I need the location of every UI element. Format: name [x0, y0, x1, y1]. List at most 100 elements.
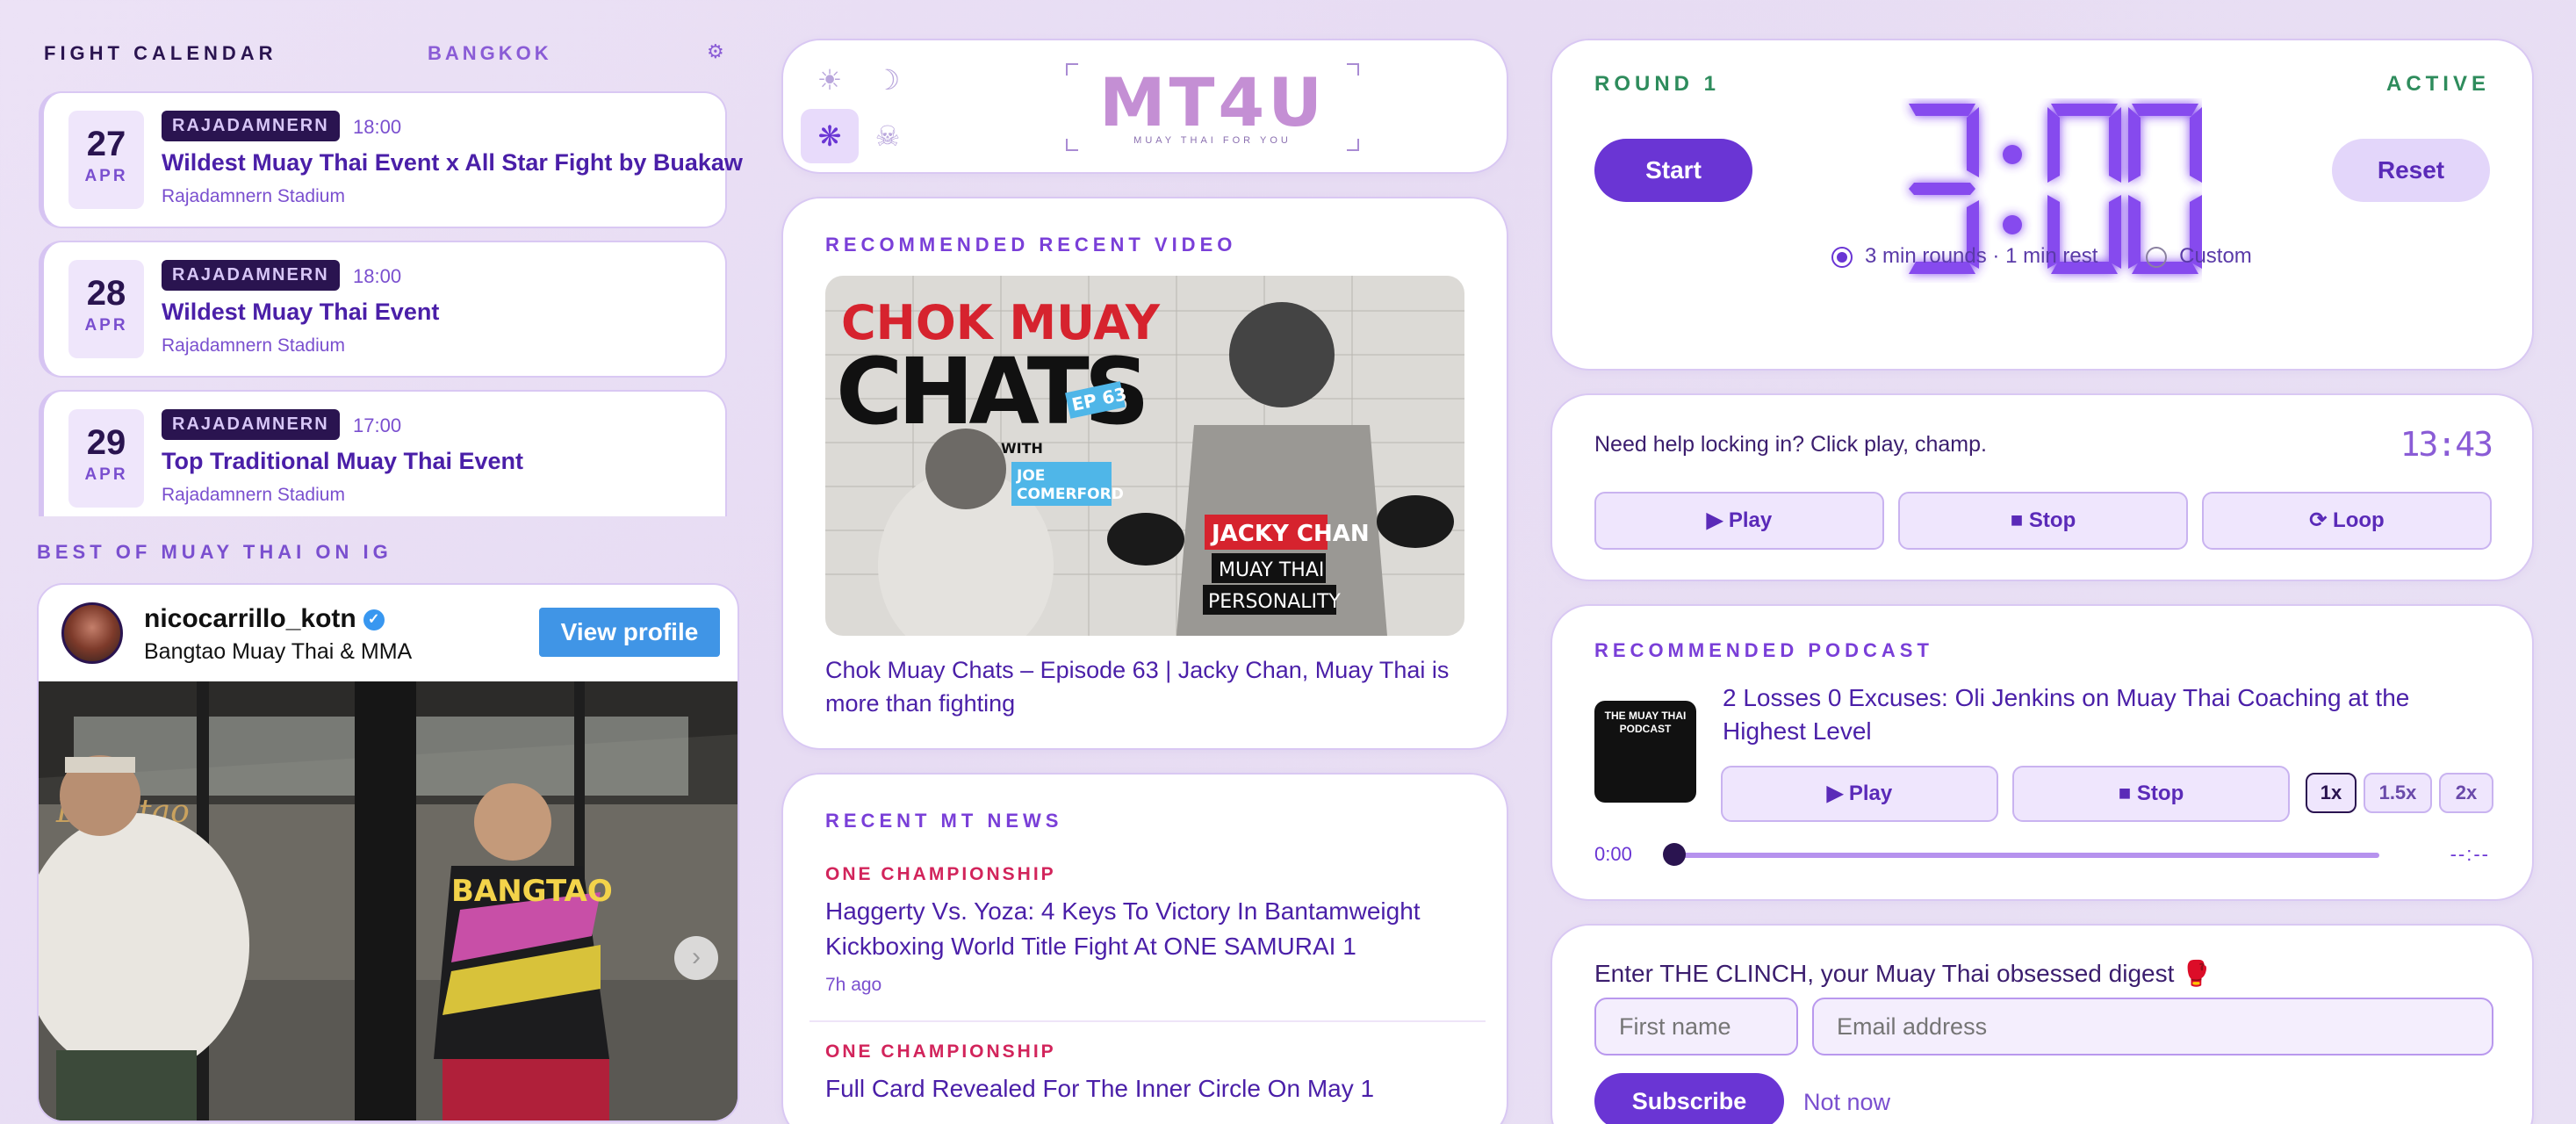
focus-music-card: Need help locking in? Click play, champ.…	[1551, 393, 2534, 581]
timer-mode-options: 3 min rounds · 1 min rest Custom	[1831, 244, 2252, 269]
podcast-play-button[interactable]: ▶ Play	[1721, 766, 1998, 822]
recommended-video-card: RECOMMENDED RECENT VIDEO CHOK MUAY CHATS…	[781, 197, 1508, 750]
calendar-title: FIGHT CALENDAR	[44, 42, 277, 64]
radio-selected-icon[interactable]	[1831, 246, 1853, 268]
moon-icon[interactable]: ☽	[859, 53, 917, 107]
gym-photo-illustration: Bangtao BANGTAO	[39, 681, 738, 1120]
verified-icon: ✓	[363, 609, 385, 631]
news-card: RECENT MT NEWS ONE CHAMPIONSHIP Haggerty…	[781, 773, 1508, 1124]
lotus-icon[interactable]: ❋	[801, 109, 859, 163]
rounds-option[interactable]: 3 min rounds · 1 min rest	[1831, 244, 2097, 268]
reset-button[interactable]: Reset	[2332, 139, 2490, 202]
focus-clock: 13:43	[2400, 425, 2493, 464]
event-date: 29 APR	[68, 409, 144, 508]
calendar-event[interactable]: 28 APR RAJADAMNERN 18:00 Wildest Muay Th…	[39, 241, 727, 378]
focus-prompt: Need help locking in? Click play, champ.	[1594, 432, 1987, 457]
calendar-event[interactable]: 29 APR RAJADAMNERN 17:00 Top Traditional…	[39, 390, 727, 516]
stop-button[interactable]: ■ Stop	[1898, 492, 2188, 550]
podcast-card: RECOMMENDED PODCAST THE MUAY THAI PODCAS…	[1551, 604, 2534, 901]
not-now-link[interactable]: Not now	[1803, 1089, 1890, 1116]
chevron-right-icon[interactable]: ›	[674, 936, 718, 980]
calendar-event[interactable]: 27 APR RAJADAMNERN 18:00 Wildest Muay Th…	[39, 91, 743, 228]
username-text[interactable]: nicocarrillo_kotn	[144, 604, 356, 633]
logo-tagline: MUAY THAI FOR YOU	[1133, 135, 1292, 146]
podcast-progress-track[interactable]	[1680, 853, 2379, 858]
video-section-title: RECOMMENDED RECENT VIDEO	[825, 234, 1237, 256]
instagram-username[interactable]: nicocarrillo_kotn ✓	[144, 604, 385, 634]
play-button[interactable]: ▶ Play	[1594, 492, 1884, 550]
radio-unselected-icon[interactable]	[2146, 246, 2168, 268]
event-day: 27	[86, 125, 126, 163]
venue-badge: RAJADAMNERN	[162, 260, 340, 291]
fight-calendar-header: FIGHT CALENDAR BANGKOK ⚙	[44, 40, 729, 68]
event-venue: Rajadamnern Stadium	[162, 335, 345, 356]
podcast-section-title: RECOMMENDED PODCAST	[1594, 639, 1933, 661]
video-title[interactable]: Chok Muay Chats – Episode 63 | Jacky Cha…	[825, 653, 1475, 720]
news-category: ONE CHAMPIONSHIP	[825, 864, 1056, 884]
podcast-artwork[interactable]: THE MUAY THAI PODCAST	[1594, 701, 1696, 803]
instagram-embed: nicocarrillo_kotn ✓ Bangtao Muay Thai & M…	[37, 583, 739, 1122]
view-profile-button[interactable]: View profile	[539, 608, 720, 657]
custom-option[interactable]: Custom	[2146, 244, 2252, 268]
instagram-photo[interactable]: Bangtao BANGTAO ›	[39, 681, 738, 1120]
event-venue: Rajadamnern Stadium	[162, 186, 345, 206]
thumb-tag1: MUAY THAI	[1219, 559, 1324, 581]
news-section-title: RECENT MT NEWS	[825, 810, 1063, 832]
rounds-option-label[interactable]: 3 min rounds · 1 min rest	[1865, 244, 2097, 268]
subscribe-button[interactable]: Subscribe	[1594, 1073, 1784, 1124]
podcast-progress-handle[interactable]	[1663, 843, 1686, 866]
podcast-art-title: THE MUAY THAI PODCAST	[1604, 710, 1687, 735]
event-title[interactable]: Wildest Muay Thai Event x All Star Fight…	[162, 149, 743, 177]
event-venue: Rajadamnern Stadium	[162, 485, 345, 505]
podcast-current-time: 0:00	[1594, 843, 1632, 865]
news-title[interactable]: Haggerty Vs. Yoza: 4 Keys To Victory In …	[825, 894, 1493, 964]
event-title[interactable]: Wildest Muay Thai Event	[162, 299, 439, 326]
video-thumbnail[interactable]: CHOK MUAY CHATS EP 63 WITH JOE COMERFORD…	[825, 276, 1464, 636]
round-timer-card: ROUND 1 ACTIVE Start Reset 3 min rounds …	[1551, 39, 2534, 371]
thumb-tag2: PERSONALITY	[1208, 591, 1341, 613]
timer-status: ACTIVE	[2385, 72, 2490, 96]
first-name-field[interactable]	[1594, 998, 1798, 1056]
speed-2x-button[interactable]: 2x	[2439, 773, 2493, 813]
news-category: ONE CHAMPIONSHIP	[825, 1041, 1056, 1062]
venue-badge: RAJADAMNERN	[162, 111, 340, 141]
event-date: 27 APR	[68, 111, 144, 209]
event-month: APR	[84, 316, 128, 335]
podcast-title[interactable]: 2 Losses 0 Excuses: Oli Jenkins on Muay …	[1723, 681, 2460, 748]
podcast-stop-button[interactable]: ■ Stop	[2012, 766, 2290, 822]
start-button[interactable]: Start	[1594, 139, 1752, 202]
event-month: APR	[84, 167, 128, 185]
round-label: ROUND 1	[1594, 72, 1721, 96]
event-time: 18:00	[353, 265, 402, 287]
speed-1x-button[interactable]: 1x	[2306, 773, 2357, 813]
event-day: 29	[86, 423, 126, 462]
newsletter-prompt: Enter THE CLINCH, your Muay Thai obsesse…	[1594, 960, 2213, 987]
gear-icon[interactable]: ⚙	[707, 40, 724, 63]
event-date: 28 APR	[68, 260, 144, 358]
logo[interactable]: MT4U MUAY THAI FOR YOU	[1066, 63, 1359, 151]
custom-option-label[interactable]: Custom	[2179, 244, 2252, 268]
calendar-city-selector[interactable]: BANGKOK	[428, 42, 552, 65]
news-divider	[809, 1020, 1486, 1022]
event-month: APR	[84, 465, 128, 484]
skull-icon[interactable]: ☠	[859, 109, 917, 163]
event-day: 28	[86, 274, 126, 313]
sun-icon[interactable]: ☀	[801, 53, 859, 107]
logo-text: MT4U	[1098, 63, 1327, 141]
avatar[interactable]	[61, 602, 123, 664]
speed-1-5x-button[interactable]: 1.5x	[2364, 773, 2432, 813]
thumb-with: WITH	[1001, 440, 1043, 457]
shirt-text: BANGTAO	[451, 874, 613, 909]
news-title[interactable]: Full Card Revealed For The Inner Circle …	[825, 1071, 1493, 1106]
event-time: 17:00	[353, 414, 402, 436]
brand-header: ☀ ☽ ❋ ☠ MT4U MUAY THAI FOR YOU	[781, 39, 1508, 174]
instagram-subtitle: Bangtao Muay Thai & MMA	[144, 639, 413, 664]
thumbnail-illustration: CHOK MUAY CHATS EP 63 WITH JOE COMERFORD…	[825, 276, 1464, 636]
loop-button[interactable]: ⟳ Loop	[2202, 492, 2492, 550]
instagram-section-label: BEST OF MUAY THAI ON IG	[37, 541, 392, 563]
email-field[interactable]	[1812, 998, 2493, 1056]
thumb-guest1: JOE	[1016, 467, 1045, 485]
news-time: 7h ago	[825, 975, 882, 995]
event-time: 18:00	[353, 116, 402, 138]
event-title[interactable]: Top Traditional Muay Thai Event	[162, 448, 523, 475]
